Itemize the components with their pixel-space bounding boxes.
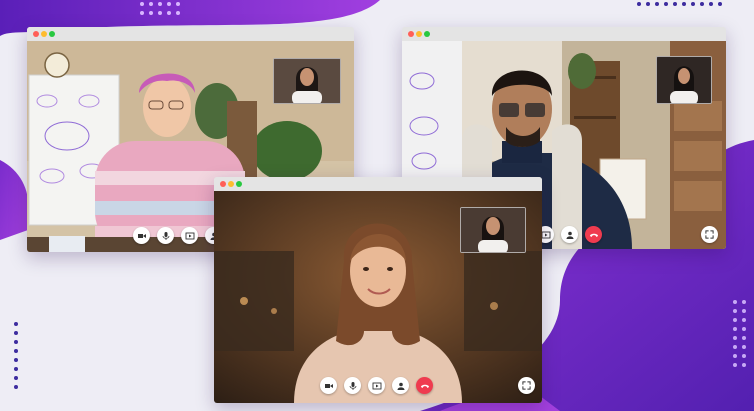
minimize-window-button[interactable] [41, 31, 47, 37]
screen-share-button[interactable] [368, 377, 385, 394]
self-view-pip[interactable] [273, 58, 341, 104]
video-camera-button[interactable] [320, 377, 337, 394]
microphone-icon [349, 381, 356, 390]
maximize-window-button[interactable] [236, 181, 242, 187]
window-titlebar [27, 27, 354, 41]
dots-decoration-top [140, 2, 180, 15]
microphone-button[interactable] [157, 227, 174, 244]
maximize-window-button[interactable] [424, 31, 430, 37]
dots-decoration-right [733, 300, 746, 367]
call-controls [133, 227, 222, 244]
add-user-icon [566, 231, 573, 239]
microphone-icon [162, 231, 169, 240]
add-user-button[interactable] [392, 377, 409, 394]
hang-up-button[interactable] [416, 377, 433, 394]
add-user-icon [397, 382, 404, 390]
fullscreen-icon [705, 230, 714, 239]
window-titlebar [214, 177, 542, 191]
minimize-window-button[interactable] [416, 31, 422, 37]
screen-share-button[interactable] [181, 227, 198, 244]
video-camera-icon [137, 233, 146, 238]
screen-share-icon [185, 232, 194, 239]
dots-decoration-top-right [637, 2, 722, 6]
close-window-button[interactable] [33, 31, 39, 37]
window-titlebar [402, 27, 726, 41]
fullscreen-icon [522, 381, 531, 390]
close-window-button[interactable] [408, 31, 414, 37]
fullscreen-button[interactable] [701, 226, 718, 243]
add-user-button[interactable] [561, 226, 578, 243]
self-view-pip[interactable] [460, 207, 526, 253]
dots-decoration-left [14, 322, 18, 389]
call-controls [537, 226, 602, 243]
video-camera-button[interactable] [133, 227, 150, 244]
call-controls [320, 377, 433, 394]
video-camera-icon [324, 383, 333, 388]
maximize-window-button[interactable] [49, 31, 55, 37]
screen-share-icon [541, 231, 550, 238]
screen-share-icon [372, 382, 381, 389]
close-window-button[interactable] [220, 181, 226, 187]
hang-up-icon [420, 384, 429, 388]
video-call-window-3 [214, 177, 542, 403]
fullscreen-button[interactable] [518, 377, 535, 394]
hang-up-button[interactable] [585, 226, 602, 243]
microphone-button[interactable] [344, 377, 361, 394]
minimize-window-button[interactable] [228, 181, 234, 187]
self-view-pip[interactable] [656, 56, 712, 104]
hang-up-icon [589, 233, 598, 237]
